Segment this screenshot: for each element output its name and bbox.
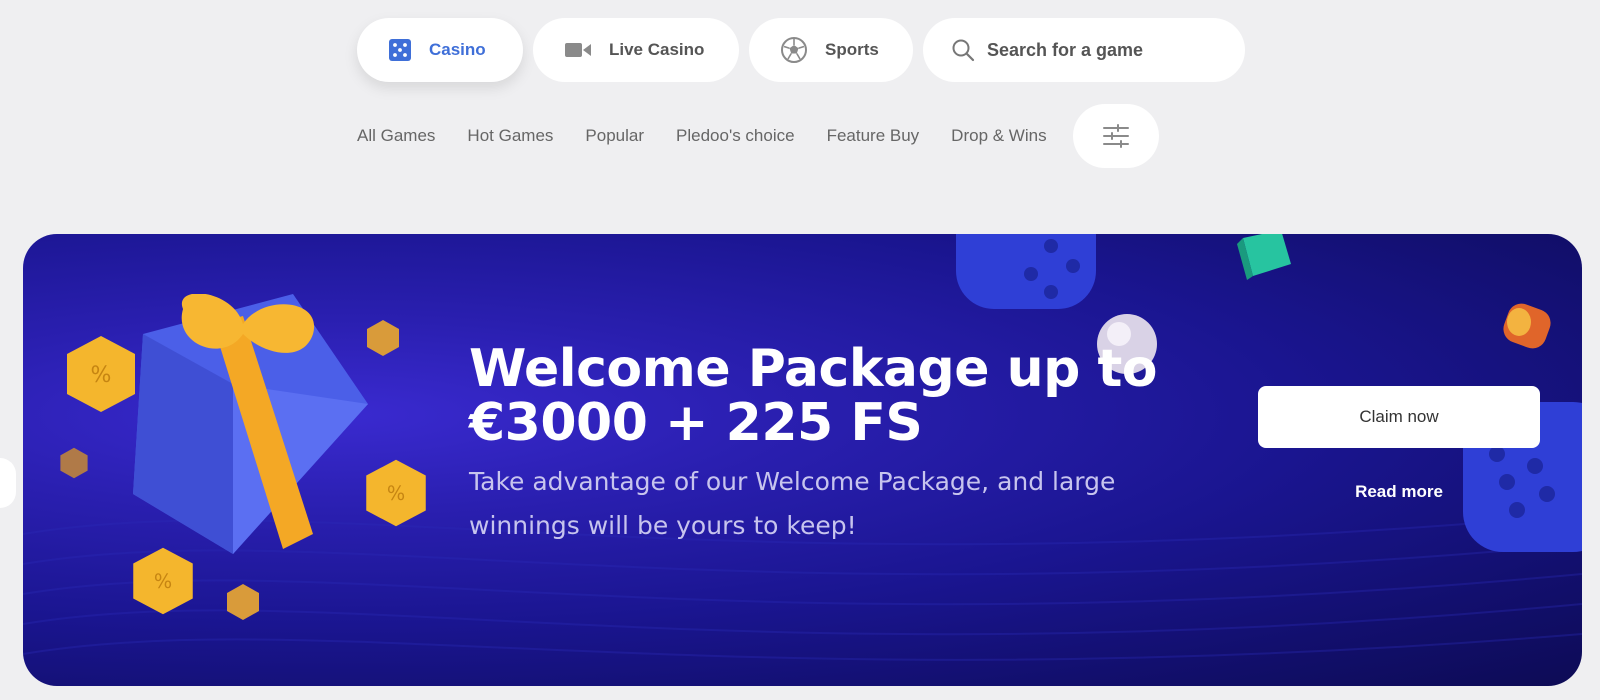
video-camera-icon: [565, 41, 591, 59]
percent-coin-icon: %: [366, 459, 426, 527]
tab-sports[interactable]: Sports: [749, 18, 913, 82]
small-coin-icon: [60, 447, 88, 479]
search-box[interactable]: [923, 18, 1245, 82]
banner-title-line-1: Welcome Package up to: [469, 339, 1158, 399]
tab-casino[interactable]: Casino: [357, 18, 523, 82]
blue-dice-icon: [956, 234, 1096, 309]
soccer-ball-icon: [781, 37, 807, 63]
svg-text:%: %: [91, 363, 112, 388]
percent-coin-icon: %: [67, 336, 135, 412]
filter-feature-buy[interactable]: Feature Buy: [827, 126, 920, 146]
tab-live-casino[interactable]: Live Casino: [533, 18, 739, 82]
category-nav: Casino Live Casino Sports: [357, 18, 1245, 82]
tab-sports-label: Sports: [825, 40, 879, 59]
claim-now-button[interactable]: Claim now: [1258, 386, 1540, 448]
banner-title-line-2: €3000 + 225 FS: [469, 393, 923, 453]
tab-casino-label: Casino: [429, 40, 486, 59]
search-input[interactable]: [987, 39, 1217, 61]
banner-description-line-1: Take advantage of our Welcome Package, a…: [469, 467, 1116, 496]
small-coin-icon: [227, 584, 259, 620]
read-more-link[interactable]: Read more: [1258, 482, 1540, 502]
filter-pledoos-choice[interactable]: Pledoo's choice: [676, 126, 795, 146]
banner-description: Take advantage of our Welcome Package, a…: [469, 460, 1169, 548]
filter-all-games[interactable]: All Games: [357, 126, 435, 146]
filter-popular[interactable]: Popular: [585, 126, 644, 146]
percent-coin-icon: %: [133, 547, 193, 615]
svg-text:%: %: [154, 570, 172, 593]
tab-live-casino-label: Live Casino: [609, 40, 705, 59]
promo-banner: % % % Welcome Package up to €3000 + 225 …: [23, 234, 1582, 686]
carousel-prev-button[interactable]: [0, 458, 16, 508]
dice-icon: [389, 39, 411, 61]
small-coin-icon: [367, 320, 399, 356]
sliders-icon: [1102, 124, 1130, 148]
search-icon: [951, 38, 975, 62]
green-cube-icon: [1237, 234, 1291, 280]
gift-box-icon: [133, 294, 368, 554]
filter-hot-games[interactable]: Hot Games: [467, 126, 553, 146]
game-filter-nav: All Games Hot Games Popular Pledoo's cho…: [357, 104, 1159, 168]
banner-title: Welcome Package up to €3000 + 225 FS: [469, 339, 1158, 453]
filter-settings-button[interactable]: [1072, 104, 1159, 168]
svg-text:%: %: [387, 482, 405, 505]
banner-description-line-2: winnings will be yours to keep!: [469, 511, 857, 540]
orange-chip-icon: [1503, 303, 1551, 349]
filter-drop-and-wins[interactable]: Drop & Wins: [951, 126, 1046, 146]
